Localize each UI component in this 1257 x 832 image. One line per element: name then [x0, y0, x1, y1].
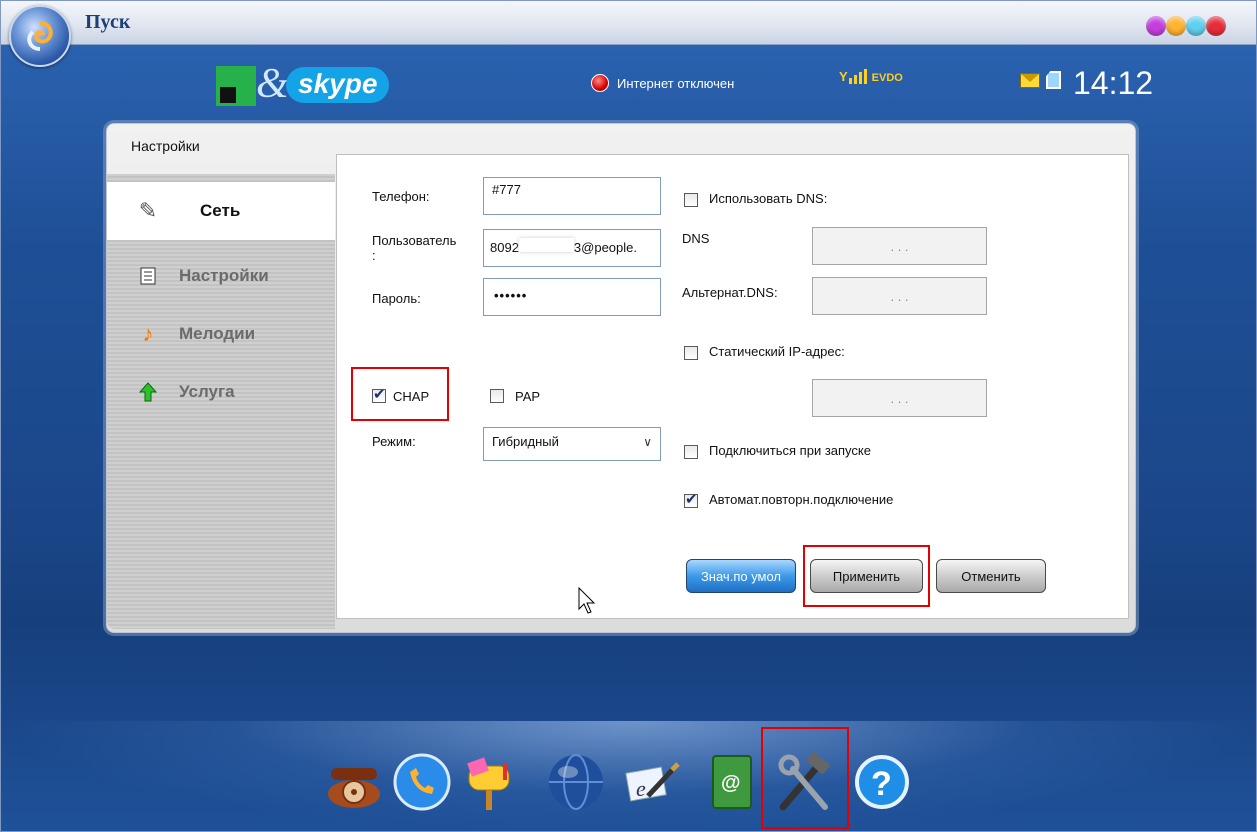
internet-status: Интернет отключен	[591, 74, 734, 92]
auto-reconnect-label: Автомат.повторн.подключение	[709, 492, 894, 507]
sidebar-item-service[interactable]: Услуга	[107, 363, 335, 421]
orange-window-button[interactable]	[1166, 16, 1186, 36]
pap-label: PAP	[515, 389, 541, 404]
title-bar: Пуск	[1, 1, 1256, 45]
purple-window-button[interactable]	[1146, 16, 1166, 36]
svg-text:e: e	[636, 776, 646, 801]
mode-select[interactable]: Гибридный ∨	[483, 427, 661, 461]
pencil-icon: ✎	[138, 198, 158, 223]
globe-icon[interactable]	[545, 751, 607, 813]
sidebar-item-label: Мелодии	[179, 324, 256, 343]
mailbox-icon[interactable]	[457, 751, 519, 813]
static-ip-label: Статический IP-адрес:	[709, 344, 845, 359]
logo-ampersand: &	[256, 61, 289, 107]
apply-button[interactable]: Применить	[810, 559, 923, 593]
clock: 14:12	[1073, 65, 1154, 101]
static-ip-checkbox[interactable]	[684, 346, 698, 360]
connect-on-start-checkbox[interactable]	[684, 445, 698, 459]
password-field[interactable]: ••••••	[483, 278, 661, 316]
status-red-led-icon	[591, 74, 609, 92]
sidebar-item-label: Сеть	[200, 201, 241, 220]
ip-dots: . . .	[890, 288, 909, 304]
address-book-icon[interactable]: @	[701, 751, 763, 813]
use-dns-label: Использовать DNS:	[709, 191, 828, 206]
mode-label: Режим:	[372, 434, 416, 449]
mouse-cursor-icon	[578, 587, 596, 614]
phone-field[interactable]: #777	[483, 177, 661, 215]
sim-card-icon	[1046, 71, 1061, 89]
network-type: EVDO	[871, 72, 903, 84]
connect-on-start-label: Подключиться при запуске	[709, 443, 871, 458]
defaults-button[interactable]: Знач.по умол	[686, 559, 796, 593]
cyan-window-button[interactable]	[1186, 16, 1206, 36]
sidebar-item-label: Услуга	[179, 382, 235, 401]
cancel-button[interactable]: Отменить	[936, 559, 1046, 593]
signal-indicator: Y EVDO	[839, 69, 903, 84]
svg-text:?: ?	[871, 765, 892, 803]
user-field[interactable]: 8092 3@people.	[483, 229, 661, 267]
sidebar-item-network[interactable]: ✎ Сеть	[107, 182, 335, 240]
user-value-prefix: 8092	[490, 240, 519, 255]
static-ip-field[interactable]: . . .	[812, 379, 987, 417]
alt-dns-label: Альтернат.DNS:	[682, 285, 778, 300]
close-window-button[interactable]	[1206, 16, 1226, 36]
user-value-suffix: 3@people.	[573, 240, 637, 255]
logo-inner-square-icon	[220, 87, 236, 103]
rotary-phone-icon[interactable]	[323, 751, 385, 813]
pen-paper-icon[interactable]: e	[621, 751, 683, 813]
dns-ip-field[interactable]: . . .	[812, 227, 987, 265]
use-dns-checkbox[interactable]	[684, 193, 698, 207]
chap-label: CHAP	[393, 389, 430, 404]
skype-call-icon[interactable]	[391, 751, 453, 813]
auto-reconnect-checkbox[interactable]	[684, 490, 698, 508]
svg-text:@: @	[721, 772, 741, 794]
user-label: Пользователь :	[372, 233, 457, 263]
hammer-wrench-icon[interactable]	[773, 751, 835, 813]
settings-panel: Настройки ✎ Сеть Настройки ♪ Мелодии Усл…	[106, 123, 1136, 633]
pap-checkbox[interactable]	[490, 389, 504, 403]
phone-label: Телефон:	[372, 189, 430, 204]
sidebar-item-settings[interactable]: Настройки	[107, 247, 335, 305]
skype-logo-text: skype	[286, 67, 390, 103]
question-mark-icon[interactable]: ?	[851, 751, 913, 813]
sidebar-item-melodies[interactable]: ♪ Мелодии	[107, 305, 335, 363]
chap-checkbox[interactable]	[372, 385, 386, 403]
password-label: Пароль:	[372, 291, 421, 306]
swirl-orb-icon	[27, 21, 53, 51]
dns-label: DNS	[682, 231, 710, 246]
redacted-block	[518, 238, 574, 252]
envelope-icon[interactable]	[1020, 73, 1040, 88]
music-note-icon: ♪	[142, 321, 154, 346]
start-button[interactable]	[9, 5, 71, 67]
ip-dots: . . .	[890, 238, 909, 254]
settings-sidebar: ✎ Сеть Настройки ♪ Мелодии Услуга	[107, 174, 335, 629]
chevron-down-icon: ∨	[643, 435, 652, 449]
sidebar-item-label: Настройки	[179, 266, 269, 285]
app-window: Пуск & skype Интернет отключен Y EVDO 14	[0, 0, 1257, 832]
signal-bars-icon	[848, 69, 867, 84]
window-title: Пуск	[85, 11, 131, 33]
list-icon	[137, 265, 159, 287]
ip-dots: . . .	[890, 390, 909, 406]
antenna-icon: Y	[839, 69, 848, 84]
alt-dns-ip-field[interactable]: . . .	[812, 277, 987, 315]
mode-select-value: Гибридный	[492, 434, 559, 449]
brand-logo: & skype	[216, 61, 396, 111]
green-arrow-up-icon	[137, 381, 159, 403]
internet-status-text: Интернет отключен	[617, 75, 735, 91]
panel-title: Настройки	[131, 138, 200, 154]
network-settings-form: Телефон: #777 Пользователь : 8092 3@peopl…	[336, 154, 1129, 619]
